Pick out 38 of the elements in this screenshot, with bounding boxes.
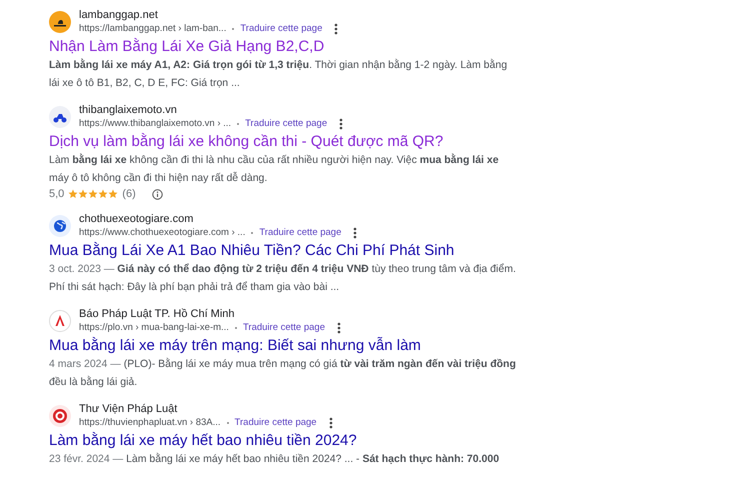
site-name: chothuexeotogiare.com [79,213,194,226]
more-icon[interactable] [339,118,344,130]
translate-link[interactable]: Traduire cette page [259,226,342,239]
url-breadcrumb: https://www.chothuexeotogiare.com › ... [79,226,246,239]
site-name: Thư Viện Pháp Luật [79,403,178,416]
more-icon[interactable] [328,416,333,428]
rating-score: 5,0 [49,187,64,201]
globe-icon [49,215,71,237]
info-icon[interactable] [152,188,163,200]
site-name: lambanggap.net [79,9,159,22]
site-name: Báo Pháp Luật TP. Hồ Chí Minh [79,308,236,321]
more-icon[interactable] [334,22,338,34]
translate-link[interactable]: Traduire cette page [240,22,322,35]
letter-logo-icon [49,310,71,332]
result-snippet: 4 mars 2024 — (PLO)- Bằng lái xe máy mua trên mạng có giá từ vài trăm ngàn đến vài triệu đồng đều là bằng lái giả. [49,356,517,390]
site-name: thibanglaixemoto.vn [79,104,178,117]
more-icon[interactable] [336,322,341,334]
url-breadcrumb: https://thuvienphapluat.vn › 83A... [79,416,221,429]
result-title[interactable]: Nhận Làm Bằng Lái Xe Giả Hạng B2,C,D [49,38,519,56]
url-breadcrumb: https://www.thibanglaixemoto.vn › ... [79,117,232,130]
url-breadcrumb: https://lambanggap.net › lam-ban... [79,22,226,35]
translate-link[interactable]: Traduire cette page [234,416,317,429]
result-title[interactable]: Mua bằng lái xe máy trên mạng: Biết sai nhưng vẫn làm [49,337,519,355]
url-breadcrumb: https://plo.vn › mua-bang-lai-xe-m... [79,321,229,334]
result-snippet: Làm bằng lái xe không cần đi thi là nhu cầu của rất nhiều người hiện nay. Việc mua bằng lái xe máy ô tô không cần đi thi hiện nay rất dễ dàng. [49,152,500,186]
more-icon[interactable] [353,226,358,238]
result-snippet: 3 oct. 2023 — Giá này có thể dao động từ 2 triệu đến 4 triệu VNĐ tùy theo trung tâm và địa điểm. Phí thi sát hạch: Đây là phí bạn phải trả để tham gia vào bài ... [49,262,517,295]
result-snippet: 23 févr. 2024 — Làm bằng lái xe máy hết bao nhiêu tiền 2024? ... - Sát hạch thực hành: 70.000 [49,452,500,467]
result-snippet: Làm bằng lái xe máy A1, A2: Giá trọn gói từ 1,3 triệu. Thời gian nhận bằng 1-2 ngày. Làm bằng lái xe ô tô B1, B2, C, D E, FC: Giá trọn ... [49,58,508,91]
seal-icon [49,405,71,427]
translate-link[interactable]: Traduire cette page [242,321,325,334]
favicon-icon [49,11,71,33]
translate-link[interactable]: Traduire cette page [245,117,328,130]
rating-count: (6) [122,187,136,201]
result-title[interactable]: Làm bằng lái xe máy hết bao nhiêu tiền 2024? [49,432,519,450]
motorbike-icon [49,106,71,128]
result-title[interactable]: Mua Bằng Lái Xe A1 Bao Nhiêu Tiền? Các Chi Phí Phát Sinh [49,242,519,260]
result-title[interactable]: Dịch vụ làm bằng lái xe không cần thi - Quét được mã QR? [49,133,519,151]
